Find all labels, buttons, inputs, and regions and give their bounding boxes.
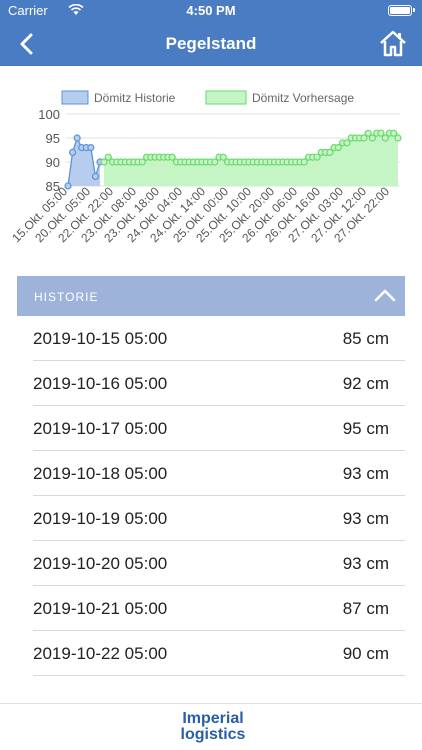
historie-section-header[interactable]: HISTORIE [17, 276, 405, 316]
legend-label-forecast: Dömitz Vorhersage [252, 91, 354, 105]
y-tick-label: 100 [38, 107, 60, 122]
row-date: 2019-10-22 05:00 [33, 644, 168, 663]
row-date: 2019-10-20 05:00 [33, 554, 168, 573]
row-date: 2019-10-15 05:00 [33, 329, 168, 348]
history-point [87, 143, 95, 152]
history-point [68, 148, 77, 157]
list-item[interactable]: 2019-10-17 05:00 95 cm [33, 406, 405, 451]
battery-icon [388, 5, 415, 16]
legend-label-history: Dömitz Historie [94, 91, 176, 105]
history-point [64, 182, 72, 190]
row-date: 2019-10-16 05:00 [33, 374, 168, 393]
row-value: 92 cm [342, 374, 389, 393]
chart-legend: Dömitz Historie Dömitz Vorhersage [61, 90, 354, 105]
footer: Imperial logistics [0, 703, 422, 750]
clock: 4:50 PM [186, 3, 236, 18]
row-value: 95 cm [342, 419, 389, 438]
legend-swatch-forecast [205, 90, 247, 105]
list-item[interactable]: 2019-10-21 05:00 87 cm [33, 586, 405, 631]
y-tick-label: 90 [46, 155, 60, 170]
water-level-chart: Dömitz Historie Dömitz Vorhersage 859095… [9, 90, 402, 245]
section-title: HISTORIE [34, 290, 99, 304]
row-value: 87 cm [342, 599, 389, 618]
history-point [91, 172, 100, 181]
nav-bar: Pegelstand [0, 22, 422, 66]
x-axis: 15.Okt. 05:0020.Okt. 05:0022.Okt. 22:002… [9, 184, 392, 245]
imperial-logistics-logo: Imperial logistics [168, 711, 258, 743]
list-item[interactable]: 2019-10-22 05:00 90 cm [33, 631, 405, 676]
row-value: 93 cm [342, 464, 389, 483]
history-point [73, 134, 81, 142]
legend-swatch-history [61, 90, 89, 105]
logo-line-1: Imperial [182, 710, 244, 727]
forecast-point [394, 134, 402, 142]
row-date: 2019-10-17 05:00 [33, 419, 168, 438]
list-item[interactable]: 2019-10-15 05:00 85 cm [33, 316, 405, 361]
row-value: 93 cm [342, 554, 389, 573]
row-date: 2019-10-21 05:00 [33, 599, 168, 618]
list-item[interactable]: 2019-10-16 05:00 92 cm [33, 361, 405, 406]
list-item[interactable]: 2019-10-20 05:00 93 cm [33, 541, 405, 586]
y-tick-label: 95 [46, 131, 60, 146]
history-list: 2019-10-15 05:00 85 cm 2019-10-16 05:00 92… [17, 316, 405, 676]
y-axis: 859095100 [38, 107, 60, 194]
row-value: 90 cm [342, 644, 389, 663]
row-value: 85 cm [342, 329, 389, 348]
row-date: 2019-10-19 05:00 [33, 509, 168, 528]
logo-line-2: logistics [180, 726, 246, 743]
page-title: Pegelstand [165, 34, 257, 53]
chevron-up-icon[interactable] [373, 285, 397, 305]
list-item[interactable]: 2019-10-19 05:00 93 cm [33, 496, 405, 541]
status-bar: Carrier 4:50 PM [0, 0, 422, 22]
home-icon[interactable] [378, 28, 408, 58]
row-value: 93 cm [342, 509, 389, 528]
list-item[interactable]: 2019-10-18 05:00 93 cm [33, 451, 405, 496]
row-date: 2019-10-18 05:00 [33, 464, 168, 483]
